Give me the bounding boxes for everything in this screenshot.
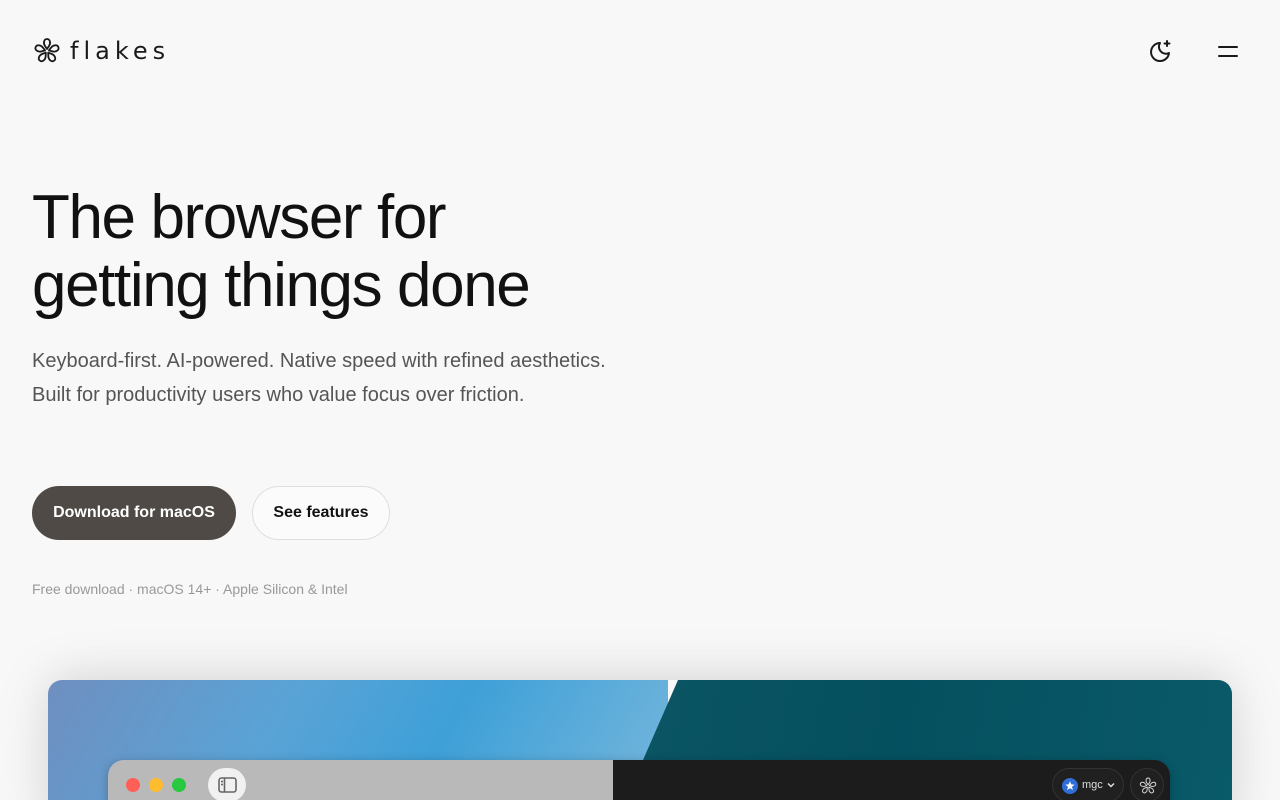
site-header: flakes: [0, 0, 1280, 104]
profile-switcher-button[interactable]: mgc: [1052, 768, 1124, 800]
hero-title: The browser for getting things done: [32, 184, 652, 320]
hamburger-menu-icon-bar: [1218, 55, 1238, 58]
download-footnote: Free download · macOS 14+ · Apple Silico…: [32, 581, 348, 597]
moon-sparkle-icon: [1150, 40, 1171, 62]
brand-logo[interactable]: flakes: [32, 36, 170, 66]
theme-toggle-button[interactable]: [1146, 38, 1174, 66]
flakes-menu-button[interactable]: [1130, 768, 1164, 800]
hero-title-line-1: The browser for: [32, 183, 447, 252]
snowflake-icon: [1139, 777, 1157, 794]
sidebar-toggle-button[interactable]: [208, 768, 246, 800]
sidebar-icon: [218, 777, 237, 793]
snowflake-logo-icon: [34, 38, 60, 63]
window-zoom-button[interactable]: [172, 778, 186, 792]
browser-preview-showcase: mgc: [48, 680, 1232, 800]
window-minimize-button[interactable]: [149, 778, 163, 792]
download-macos-button[interactable]: Download for macOS: [32, 486, 236, 540]
menu-button[interactable]: [1214, 40, 1242, 64]
chevron-down-icon: [1107, 782, 1115, 788]
brand-name: flakes: [70, 37, 171, 65]
see-features-button[interactable]: See features: [252, 486, 390, 540]
window-close-button[interactable]: [126, 778, 140, 792]
profile-star-icon: [1062, 778, 1078, 794]
profile-name: mgc: [1082, 779, 1103, 791]
hamburger-menu-icon: [1218, 46, 1238, 49]
hero-title-line-2: getting things done: [32, 251, 531, 320]
browser-window-preview: mgc: [108, 760, 1170, 800]
hero-subtitle: Keyboard-first. AI-powered. Native speed…: [32, 350, 606, 406]
